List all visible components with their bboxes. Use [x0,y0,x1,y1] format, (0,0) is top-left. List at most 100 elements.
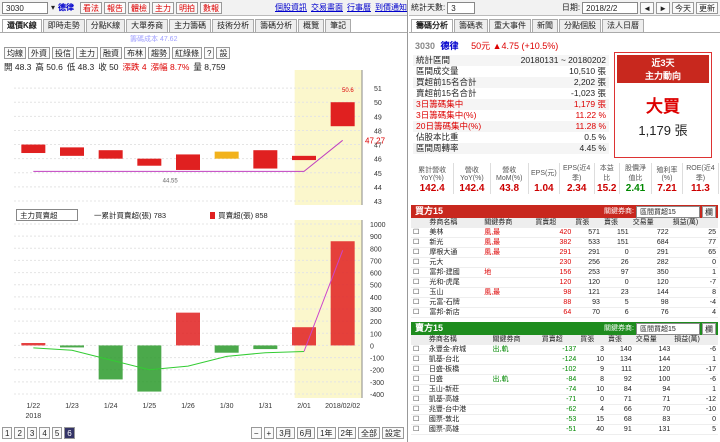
broker-row[interactable]: ☐ 摩根大通 風,最 291 291 0 291 65 [411,247,718,258]
row-checkbox[interactable]: ☐ [411,414,427,425]
sell-columns-button[interactable]: 欄 [702,322,716,335]
broker-row[interactable]: ☐ 玉山-新莊 -74 10 84 94 1 [411,384,718,395]
zoom-in-icon[interactable]: + [263,426,275,439]
indicator-button[interactable]: 紅綠條 [172,47,202,59]
broker-row[interactable]: ☐ 兆豐-台中港 -62 4 66 70 -10 [411,404,718,415]
indicator-button[interactable]: 融資 [100,47,122,59]
broker-row[interactable]: ☐ 國票-敦北 -53 15 68 83 0 [411,414,718,425]
period-button[interactable]: 全部 [358,426,380,439]
top-link[interactable]: 行事曆 [347,3,371,12]
update-button[interactable]: 更新 [696,1,718,14]
top-button[interactable]: 報告 [104,1,127,14]
page-button[interactable]: 4 [39,426,50,439]
top-button[interactable]: 體檢 [128,1,151,14]
chart-tab[interactable]: 技術分析 [212,19,255,32]
analysis-tab[interactable]: 重大事件 [489,19,531,32]
prev-day-button[interactable]: ◄ [640,1,655,14]
row-checkbox[interactable]: ☐ [411,374,427,385]
pnl-value: 1 [670,267,718,278]
row-checkbox[interactable]: ☐ [411,344,427,355]
broker-row[interactable]: ☐ 美林 風,最 420 571 151 722 25 [411,227,718,238]
page-button[interactable]: 5 [51,426,63,439]
period-button[interactable]: 6月 [296,426,316,439]
row-checkbox[interactable]: ☐ [411,404,427,415]
row-checkbox[interactable]: ☐ [411,267,428,278]
chart-tab[interactable]: 筆記 [325,19,352,32]
top-button[interactable]: 看法 [80,1,103,14]
row-checkbox[interactable]: ☐ [411,307,428,318]
chart-tab[interactable]: 主力籌碼 [169,19,212,32]
broker-row[interactable]: ☐ 元富-石牌 88 93 5 98 -4 [411,297,718,308]
top-button[interactable]: 明拍 [176,1,199,14]
indicator-button[interactable]: 趨勢 [148,47,170,59]
analysis-tab[interactable]: 分點個股 [559,19,601,32]
today-button[interactable]: 今天 [672,1,694,14]
chart-tab[interactable]: 大單券商 [126,19,169,32]
chart-tab[interactable]: 概覽 [298,19,325,32]
row-checkbox[interactable]: ☐ [411,424,427,435]
analysis-tab[interactable]: 籌碼表 [454,19,488,32]
top-link[interactable]: 到價通知 [375,3,407,12]
broker-row[interactable]: ☐ 凱基-高雄 -71 0 71 71 -12 [411,394,718,405]
row-checkbox[interactable]: ☐ [411,247,428,258]
chart-tab[interactable]: 籌碼分析 [255,19,298,32]
chart-tab[interactable]: 分點K線 [85,19,126,32]
zoom-out-icon[interactable]: − [250,426,262,439]
chart-tab[interactable]: 還價K線 [2,19,42,32]
broker-row[interactable]: ☐ 永豐金-府城 出,軌 -137 3 140 143 -6 [411,344,718,355]
buy-title: 買方15 [415,206,444,216]
broker-row[interactable]: ☐ 國票-高雄 -51 40 91 131 5 [411,424,718,435]
broker-row[interactable]: ☐ 日盛 出,軌 -84 8 92 100 -6 [411,374,718,385]
indicator-button[interactable]: 布林 [124,47,146,59]
page-button[interactable]: 6 [64,426,75,439]
broker-row[interactable]: ☐ 日盛-板橋 -102 9 111 120 -17 [411,364,718,375]
buy-cond-select[interactable]: 區間買超15 [636,205,700,218]
analysis-tab[interactable]: 法人日曆 [602,19,644,32]
candle [176,154,200,170]
buy-columns-button[interactable]: 欄 [702,205,716,218]
indicator-button[interactable]: 設 [216,47,231,59]
broker-row[interactable]: ☐ 元大 230 256 26 282 0 [411,257,718,268]
broker-row[interactable]: ☐ 新光 風,最 382 533 151 684 77 [411,237,718,248]
period-button[interactable]: 設定 [382,426,404,439]
row-checkbox[interactable]: ☐ [411,354,427,365]
indicator-button[interactable]: ? [204,47,215,59]
broker-row[interactable]: ☐ 凱基-台北 -124 10 134 144 1 [411,354,718,365]
indicator-button[interactable]: 均線 [4,47,26,59]
stock-code-input[interactable]: 3030 [2,1,48,14]
top-button[interactable]: 數報 [200,1,223,14]
search-icon[interactable]: ▾ [51,3,55,12]
row-checkbox[interactable]: ☐ [411,257,428,268]
row-checkbox[interactable]: ☐ [411,364,427,375]
page-button[interactable]: 1 [2,426,13,439]
sell-cond-select[interactable]: 區間買超15 [636,322,700,335]
indicator-button[interactable]: 主力 [76,47,98,59]
row-checkbox[interactable]: ☐ [411,297,428,308]
period-button[interactable]: 2年 [337,426,356,439]
days-select[interactable]: 3 [447,1,476,14]
row-checkbox[interactable]: ☐ [411,237,428,248]
date-input[interactable]: 2018/2/2 [582,1,639,14]
row-checkbox[interactable]: ☐ [411,384,427,395]
indicator-button[interactable]: 投信 [52,47,74,59]
page-button[interactable]: 3 [26,426,38,439]
broker-row[interactable]: ☐ 光和-虎尾 120 120 0 120 -7 [411,277,718,288]
next-day-button[interactable]: ► [656,1,670,14]
row-checkbox[interactable]: ☐ [411,287,428,298]
top-button[interactable]: 主力 [152,1,175,14]
period-button[interactable]: 3月 [276,426,295,439]
chart-tab[interactable]: 即時走勢 [42,19,85,32]
indicator-button[interactable]: 外資 [28,47,50,59]
page-button[interactable]: 2 [14,426,25,439]
analysis-tab[interactable]: 新聞 [532,19,558,32]
row-checkbox[interactable]: ☐ [411,394,427,405]
analysis-tab[interactable]: 籌碼分析 [411,19,453,32]
broker-row[interactable]: ☐ 富邦-建國地 156 253 97 350 1 [411,267,718,278]
top-link[interactable]: 交易畫面 [311,3,343,12]
top-link[interactable]: 個股資訊 [275,3,307,12]
row-checkbox[interactable]: ☐ [411,227,428,238]
broker-row[interactable]: ☐ 富邦-新店 64 70 6 76 4 [411,307,718,318]
broker-row[interactable]: ☐ 玉山 風,最 98 121 23 144 8 [411,287,718,298]
period-button[interactable]: 1年 [317,426,336,439]
row-checkbox[interactable]: ☐ [411,277,428,288]
